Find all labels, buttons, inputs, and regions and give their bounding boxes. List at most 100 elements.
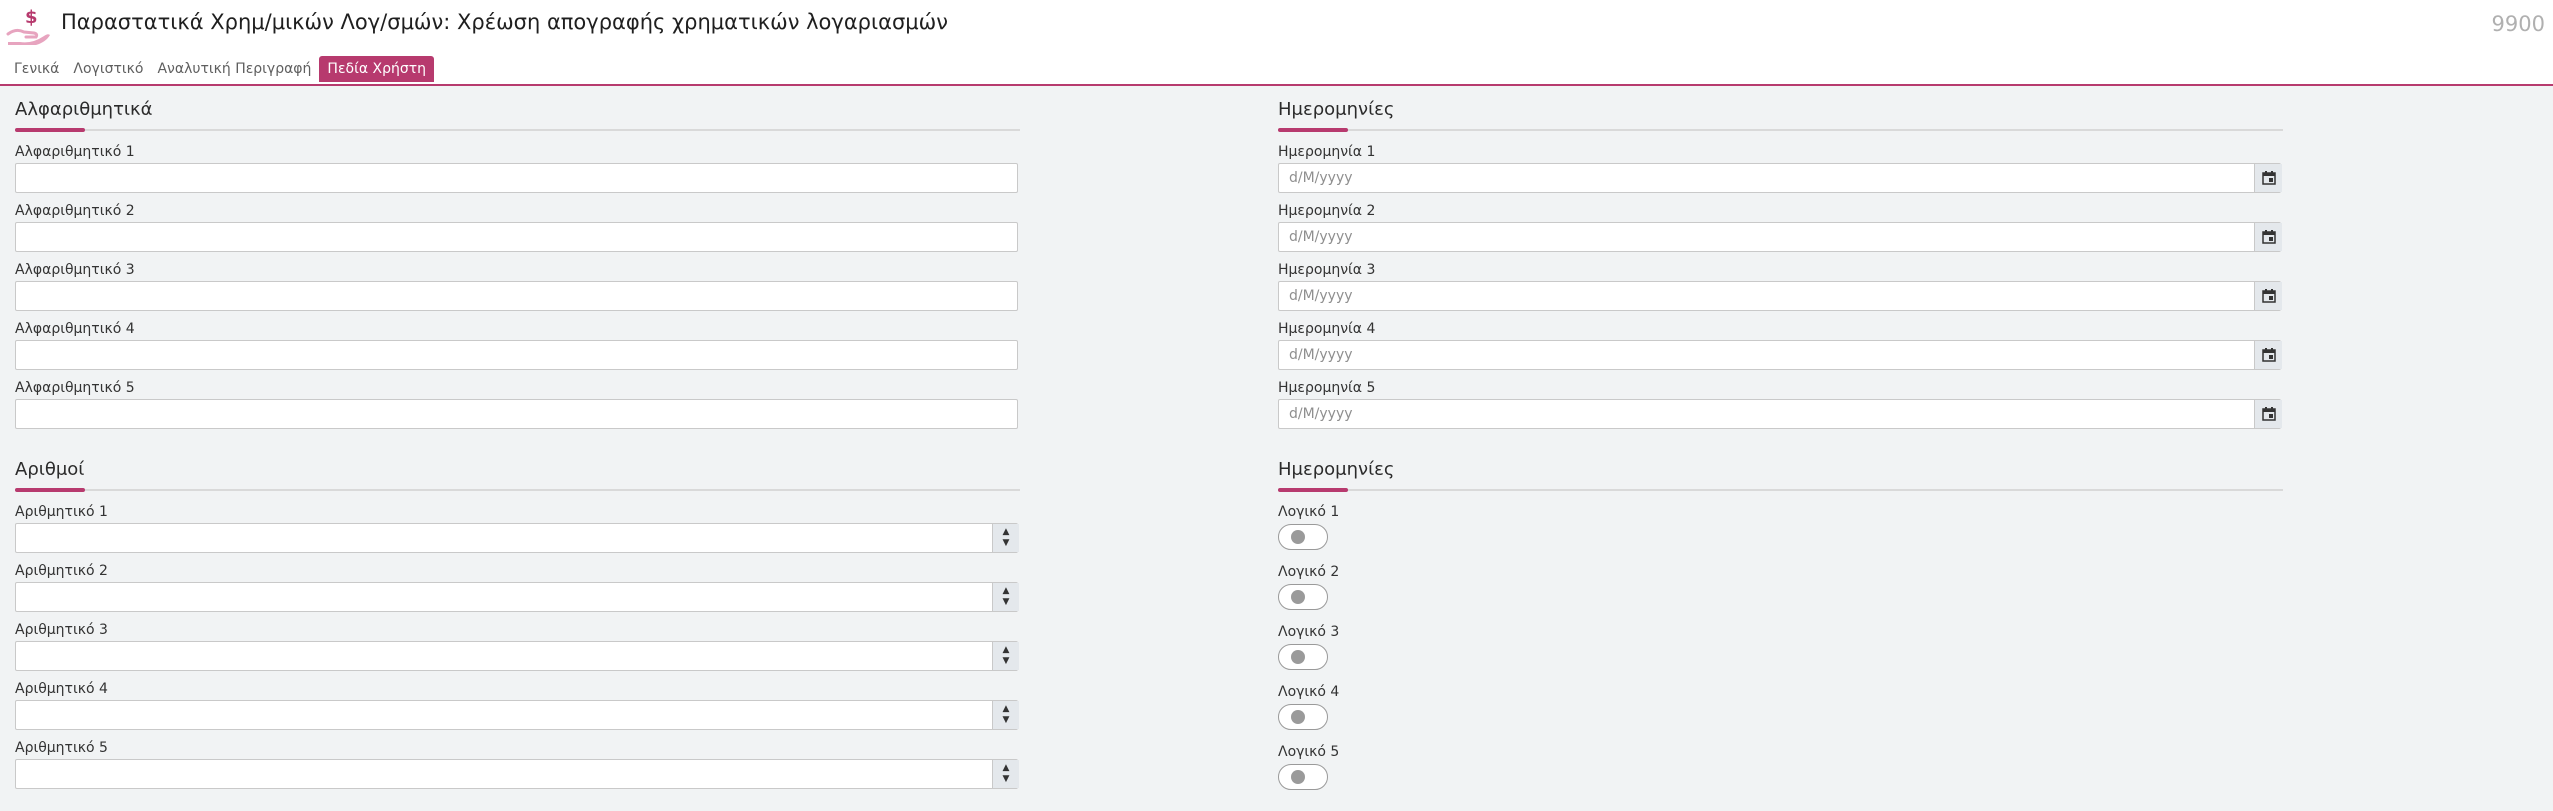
calendar-icon[interactable] (2254, 341, 2282, 369)
toggle-knob (1291, 650, 1305, 664)
boolean-toggle-1[interactable] (1278, 524, 1328, 550)
alphanumeric-input-3[interactable] (15, 281, 1018, 311)
date-input-5[interactable] (1278, 399, 2281, 429)
tab-detailed-description[interactable]: Αναλυτική Περιγραφή (151, 56, 317, 82)
number-input-1[interactable] (15, 523, 1018, 553)
boolean-field-2: Λογικό 2 (1278, 563, 2283, 623)
toggle-knob (1291, 590, 1305, 604)
boolean-field-4: Λογικό 4 (1278, 683, 2283, 743)
field-label: Αλφαριθμητικό 2 (15, 203, 135, 219)
number-field-3: Αριθμητικό 3 ▲ ▼ (15, 621, 1020, 680)
field-label: Ημερομηνία 5 (1278, 380, 1376, 396)
calendar-icon[interactable] (2254, 282, 2282, 310)
calendar-icon[interactable] (2254, 400, 2282, 428)
number-input-5[interactable] (15, 759, 1018, 789)
calendar-icon[interactable] (2254, 164, 2282, 192)
spin-up-icon[interactable]: ▲ (1003, 645, 1010, 656)
boolean-toggle-3[interactable] (1278, 644, 1328, 670)
calendar-icon[interactable] (2254, 223, 2282, 251)
field-label: Ημερομηνία 3 (1278, 262, 1376, 278)
tab-user-fields[interactable]: Πεδία Χρήστη (319, 56, 435, 82)
field-label: Ημερομηνία 1 (1278, 144, 1376, 160)
tab-bar: Γενικά Λογιστικό Αναλυτική Περιγραφή Πεδ… (8, 56, 436, 82)
alphanumeric-input-5[interactable] (15, 399, 1018, 429)
alphanumeric-input-4[interactable] (15, 340, 1018, 370)
document-code: 9900 (2491, 12, 2545, 36)
number-input-2[interactable] (15, 582, 1018, 612)
number-spinner: ▲ ▼ (992, 583, 1019, 611)
date-field-2: Ημερομηνία 2 (1278, 202, 2283, 261)
number-spinner: ▲ ▼ (992, 524, 1019, 552)
boolean-field-1: Λογικό 1 (1278, 503, 2283, 563)
spin-up-icon[interactable]: ▲ (1003, 704, 1010, 715)
spin-up-icon[interactable]: ▲ (1003, 586, 1010, 597)
header-bar: $ Παραστατικά Χρημ/μικών Λογ/σμών: Χρέωσ… (0, 0, 2553, 86)
spin-down-icon[interactable]: ▼ (1003, 656, 1010, 667)
alphanumeric-field-1: Αλφαριθμητικό 1 (15, 143, 1020, 202)
field-label: Αλφαριθμητικό 5 (15, 380, 135, 396)
date-field-3: Ημερομηνία 3 (1278, 261, 2283, 320)
spin-down-icon[interactable]: ▼ (1003, 597, 1010, 608)
spin-down-icon[interactable]: ▼ (1003, 715, 1010, 726)
spin-up-icon[interactable]: ▲ (1003, 763, 1010, 774)
section-divider (1278, 488, 2283, 492)
date-input-4[interactable] (1278, 340, 2281, 370)
date-input-1[interactable] (1278, 163, 2281, 193)
alphanumeric-field-4: Αλφαριθμητικό 4 (15, 320, 1020, 379)
money-hand-icon: $ (6, 7, 50, 45)
number-input-3[interactable] (15, 641, 1018, 671)
numbers-section: Αριθμοί Αριθμητικό 1 ▲ ▼ Αριθμητικό 2 ▲ ▼ … (15, 457, 1020, 798)
number-input-4[interactable] (15, 700, 1018, 730)
boolean-toggle-2[interactable] (1278, 584, 1328, 610)
spin-down-icon[interactable]: ▼ (1003, 774, 1010, 785)
field-label: Λογικό 1 (1278, 504, 1340, 520)
field-label: Ημερομηνία 2 (1278, 203, 1376, 219)
section-title: Αλφαριθμητικά (15, 99, 153, 120)
section-title: Ημερομηνίες (1278, 459, 1395, 480)
field-label: Λογικό 3 (1278, 624, 1340, 640)
alphanumeric-field-3: Αλφαριθμητικό 3 (15, 261, 1020, 320)
boolean-toggle-5[interactable] (1278, 764, 1328, 790)
alphanumeric-input-2[interactable] (15, 222, 1018, 252)
section-divider (1278, 128, 2283, 132)
field-label: Λογικό 4 (1278, 684, 1340, 700)
spin-down-icon[interactable]: ▼ (1003, 538, 1010, 549)
boolean-field-5: Λογικό 5 (1278, 743, 2283, 803)
spin-up-icon[interactable]: ▲ (1003, 527, 1010, 538)
tab-accounting[interactable]: Λογιστικό (67, 56, 149, 82)
date-field-5: Ημερομηνία 5 (1278, 379, 2283, 438)
field-label: Αριθμητικό 3 (15, 622, 108, 638)
section-divider (15, 488, 1020, 492)
field-label: Αλφαριθμητικό 3 (15, 262, 135, 278)
date-input-3[interactable] (1278, 281, 2281, 311)
field-label: Αριθμητικό 5 (15, 740, 108, 756)
boolean-field-3: Λογικό 3 (1278, 623, 2283, 683)
number-spinner: ▲ ▼ (992, 760, 1019, 788)
date-field-4: Ημερομηνία 4 (1278, 320, 2283, 379)
field-label: Αριθμητικό 4 (15, 681, 108, 697)
boolean-toggle-4[interactable] (1278, 704, 1328, 730)
tab-general[interactable]: Γενικά (8, 56, 65, 82)
field-label: Αριθμητικό 1 (15, 504, 108, 520)
alphanumeric-input-1[interactable] (15, 163, 1018, 193)
section-title: Ημερομηνίες (1278, 99, 1395, 120)
field-label: Λογικό 2 (1278, 564, 1340, 580)
alphanumeric-section: Αλφαριθμητικά Αλφαριθμητικό 1 Αλφαριθμητ… (15, 97, 1020, 438)
date-field-1: Ημερομηνία 1 (1278, 143, 2283, 202)
number-field-4: Αριθμητικό 4 ▲ ▼ (15, 680, 1020, 739)
section-title: Αριθμοί (15, 459, 85, 480)
svg-text:$: $ (25, 7, 38, 28)
booleans-section: Ημερομηνίες Λογικό 1 Λογικό 2 Λογικό 3 Λ… (1278, 457, 2283, 803)
number-field-1: Αριθμητικό 1 ▲ ▼ (15, 503, 1020, 562)
number-spinner: ▲ ▼ (992, 701, 1019, 729)
section-divider (15, 128, 1020, 132)
field-label: Λογικό 5 (1278, 744, 1340, 760)
field-label: Αριθμητικό 2 (15, 563, 108, 579)
alphanumeric-field-2: Αλφαριθμητικό 2 (15, 202, 1020, 261)
number-field-2: Αριθμητικό 2 ▲ ▼ (15, 562, 1020, 621)
field-label: Αλφαριθμητικό 4 (15, 321, 135, 337)
date-input-2[interactable] (1278, 222, 2281, 252)
field-label: Αλφαριθμητικό 1 (15, 144, 135, 160)
number-field-5: Αριθμητικό 5 ▲ ▼ (15, 739, 1020, 798)
page-title: Παραστατικά Χρημ/μικών Λογ/σμών: Χρέωση … (61, 10, 948, 34)
